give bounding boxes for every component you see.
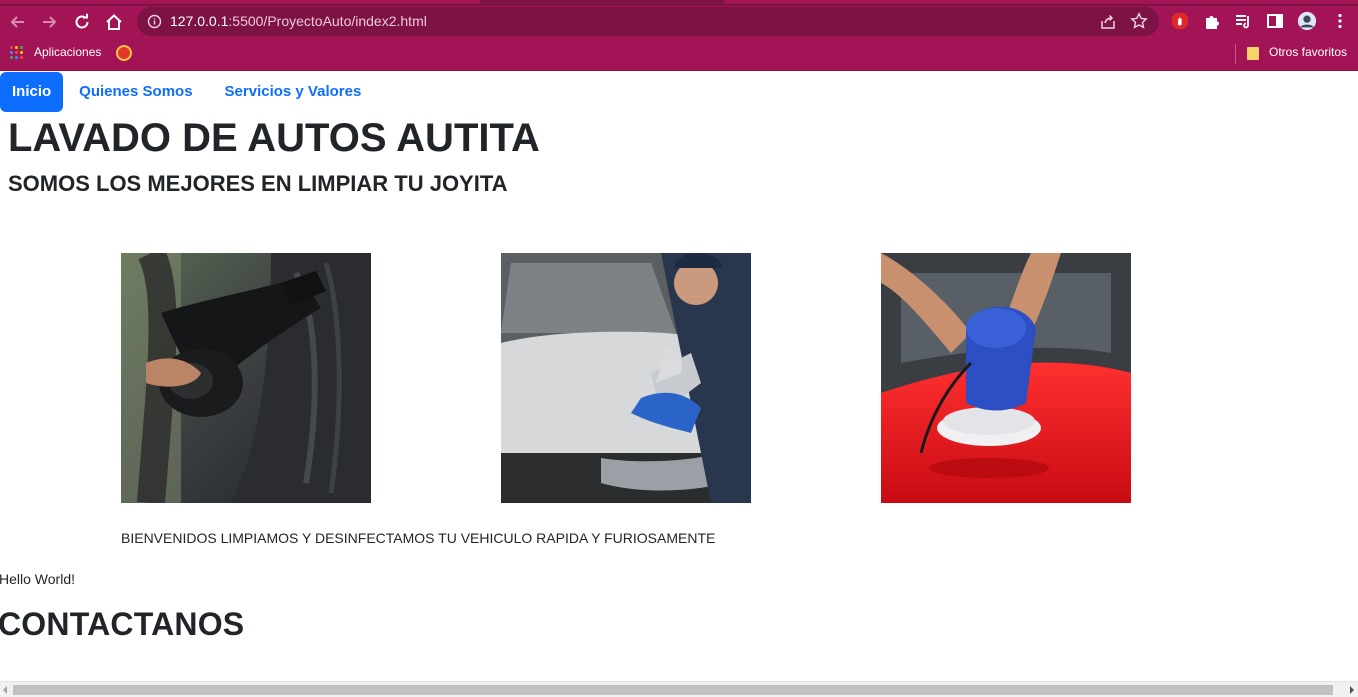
reload-icon xyxy=(75,13,89,29)
kebab-menu-icon[interactable] xyxy=(1330,11,1350,31)
scroll-right-arrow-icon[interactable] xyxy=(1350,686,1354,694)
arrow-left-icon xyxy=(10,16,24,28)
car-polishing-photo xyxy=(881,253,1131,503)
folder-icon[interactable] xyxy=(1247,47,1259,60)
side-panel-icon[interactable] xyxy=(1265,11,1285,31)
vacuum-cleaning-photo xyxy=(121,253,371,503)
url-host: 127.0.0.1 xyxy=(170,13,229,29)
page-subtitle: SOMOS LOS MEJORES EN LIMPIAR TU JOYITA xyxy=(8,171,508,196)
tab-strip-right xyxy=(724,0,1358,4)
hello-text: Hello World! xyxy=(0,571,75,587)
hood-wiping-photo xyxy=(501,253,751,503)
bookmarks-separator xyxy=(1235,44,1236,64)
bookmark-star-icon[interactable] xyxy=(1130,12,1148,30)
bookmark-apps-label[interactable]: Aplicaciones xyxy=(34,45,101,59)
welcome-text: BIENVENIDOS LIMPIAMOS Y DESINFECTAMOS TU… xyxy=(121,530,716,546)
media-queue-icon[interactable] xyxy=(1233,11,1253,31)
extensions-puzzle-icon[interactable] xyxy=(1202,11,1222,31)
url-path: :5500/ProyectoAuto/index2.html xyxy=(228,13,427,29)
site-info-icon[interactable] xyxy=(147,14,162,29)
horizontal-scrollbar[interactable] xyxy=(0,681,1358,697)
page-title: LAVADO DE AUTOS AUTITA xyxy=(8,116,540,160)
scrollbar-thumb[interactable] xyxy=(13,685,1333,695)
browser-toolbar: 127.0.0.1:5500/ProyectoAuto/index2.html xyxy=(0,6,1358,37)
apps-grid-icon[interactable] xyxy=(10,46,24,60)
site-nav: Inicio Quienes Somos Servicios y Valores xyxy=(0,72,377,112)
other-bookmarks-label[interactable]: Otros favoritos xyxy=(1269,45,1347,59)
back-button[interactable] xyxy=(8,12,28,32)
nav-item-inicio[interactable]: Inicio xyxy=(0,72,64,112)
contact-heading: CONTACTANOS xyxy=(0,606,245,642)
page-viewport: Inicio Quienes Somos Servicios y Valores… xyxy=(0,72,1358,681)
bookmark-site-favicon-icon[interactable] xyxy=(116,45,132,61)
home-icon xyxy=(106,14,122,30)
url-text[interactable]: 127.0.0.1:5500/ProyectoAuto/index2.html xyxy=(170,14,427,29)
forward-button[interactable] xyxy=(39,12,59,32)
address-bar[interactable]: 127.0.0.1:5500/ProyectoAuto/index2.html xyxy=(137,7,1159,36)
nav-item-servicios-valores[interactable]: Servicios y Valores xyxy=(209,72,378,112)
profile-avatar[interactable] xyxy=(1297,11,1317,31)
active-tab[interactable] xyxy=(0,0,480,4)
extension-adblock-icon[interactable] xyxy=(1170,11,1190,31)
bookmarks-bar: Aplicaciones Otros favoritos xyxy=(0,37,1358,71)
nav-item-quienes-somos[interactable]: Quienes Somos xyxy=(63,72,208,112)
share-icon[interactable] xyxy=(1099,13,1117,31)
scroll-left-arrow-icon[interactable] xyxy=(3,686,7,694)
reload-button[interactable] xyxy=(72,12,92,32)
home-button[interactable] xyxy=(104,12,124,32)
arrow-right-icon xyxy=(43,16,57,28)
